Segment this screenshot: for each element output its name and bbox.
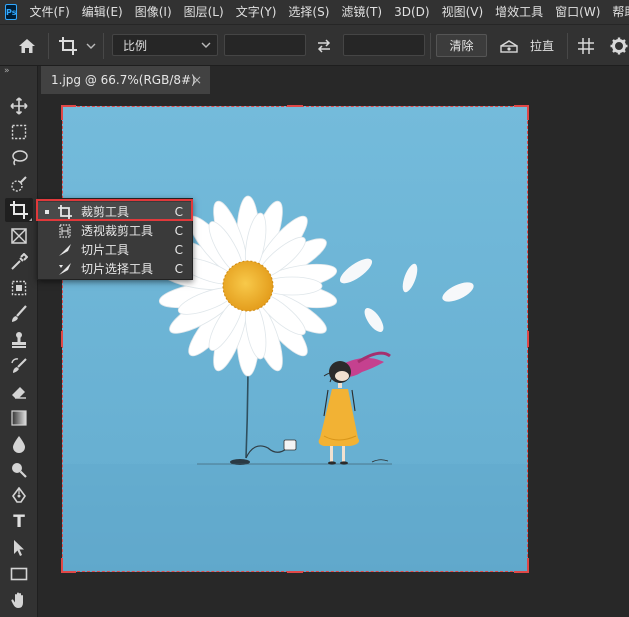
slice-icon <box>56 241 74 258</box>
flyout-item-shortcut: C <box>174 223 183 238</box>
crop-handles <box>61 105 529 573</box>
crop-handle-top-left <box>61 105 76 120</box>
flyout-item-label: 透视裁剪工具 <box>81 224 154 238</box>
flyout-item-crop[interactable]: 裁剪工具 C <box>38 202 192 221</box>
flyout-item-shortcut: C <box>174 204 183 219</box>
flyout-item-perspective-crop[interactable]: 透视裁剪工具 C <box>38 221 192 240</box>
slice-select-icon <box>56 260 74 277</box>
crop-handle-top-right <box>514 105 529 120</box>
flyout-item-label: 裁剪工具 <box>81 205 130 219</box>
crop-icon <box>56 203 74 220</box>
crop-handle-bottom-right <box>514 558 529 573</box>
crop-tool-flyout: 裁剪工具 C 透视裁剪工具 C 切片工具 C 切片选择工具 C <box>37 198 193 280</box>
flyout-item-shortcut: C <box>174 261 183 276</box>
flyout-item-label: 切片工具 <box>81 243 130 257</box>
selected-bullet <box>45 209 49 214</box>
flyout-item-slice[interactable]: 切片工具 C <box>38 240 192 259</box>
perspective-crop-icon <box>56 222 74 239</box>
crop-handle-bottom-left <box>61 558 76 573</box>
flyout-item-label: 切片选择工具 <box>81 262 154 276</box>
flyout-item-shortcut: C <box>174 242 183 257</box>
flyout-item-slice-select[interactable]: 切片选择工具 C <box>38 259 192 278</box>
